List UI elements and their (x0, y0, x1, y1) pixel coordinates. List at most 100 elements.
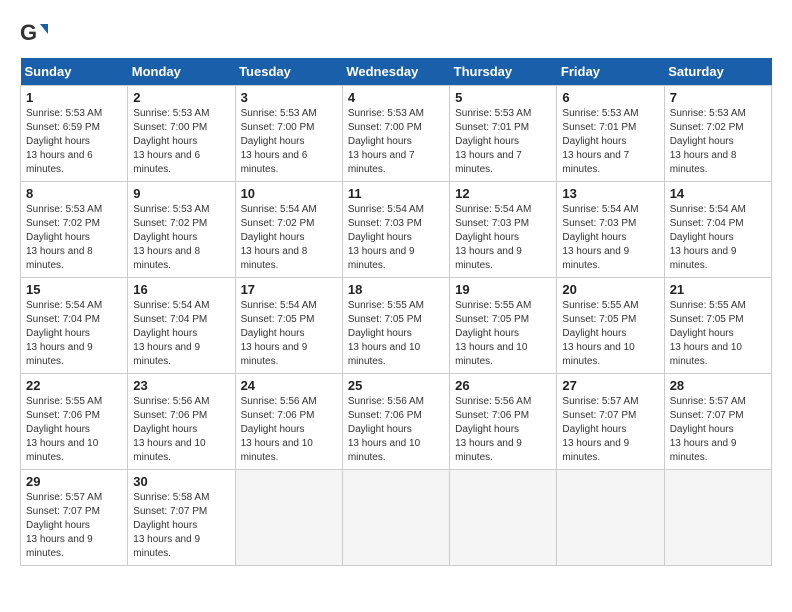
calendar-cell: 7 Sunrise: 5:53 AM Sunset: 7:02 PM Dayli… (664, 86, 771, 182)
day-info: Sunrise: 5:53 AM Sunset: 7:01 PM Dayligh… (562, 107, 658, 177)
day-info: Sunrise: 5:55 AM Sunset: 7:05 PM Dayligh… (348, 299, 444, 369)
calendar-cell: 5 Sunrise: 5:53 AM Sunset: 7:01 PM Dayli… (450, 86, 557, 182)
day-number: 5 (455, 90, 551, 105)
day-number: 26 (455, 378, 551, 393)
day-info: Sunrise: 5:54 AM Sunset: 7:03 PM Dayligh… (455, 203, 551, 273)
day-info: Sunrise: 5:54 AM Sunset: 7:05 PM Dayligh… (241, 299, 337, 369)
day-number: 8 (26, 186, 122, 201)
day-info: Sunrise: 5:56 AM Sunset: 7:06 PM Dayligh… (455, 395, 551, 465)
day-number: 27 (562, 378, 658, 393)
day-info: Sunrise: 5:55 AM Sunset: 7:05 PM Dayligh… (670, 299, 766, 369)
day-info: Sunrise: 5:54 AM Sunset: 7:02 PM Dayligh… (241, 203, 337, 273)
day-number: 12 (455, 186, 551, 201)
day-number: 6 (562, 90, 658, 105)
calendar-cell: 25 Sunrise: 5:56 AM Sunset: 7:06 PM Dayl… (342, 374, 449, 470)
calendar-cell (342, 470, 449, 566)
day-number: 9 (133, 186, 229, 201)
calendar-cell: 23 Sunrise: 5:56 AM Sunset: 7:06 PM Dayl… (128, 374, 235, 470)
calendar-cell: 17 Sunrise: 5:54 AM Sunset: 7:05 PM Dayl… (235, 278, 342, 374)
calendar-cell: 28 Sunrise: 5:57 AM Sunset: 7:07 PM Dayl… (664, 374, 771, 470)
svg-text:G: G (20, 20, 37, 45)
day-number: 16 (133, 282, 229, 297)
day-number: 15 (26, 282, 122, 297)
day-info: Sunrise: 5:57 AM Sunset: 7:07 PM Dayligh… (562, 395, 658, 465)
day-info: Sunrise: 5:53 AM Sunset: 7:00 PM Dayligh… (241, 107, 337, 177)
calendar-week-3: 15 Sunrise: 5:54 AM Sunset: 7:04 PM Dayl… (21, 278, 772, 374)
calendar-cell: 29 Sunrise: 5:57 AM Sunset: 7:07 PM Dayl… (21, 470, 128, 566)
header-day-monday: Monday (128, 58, 235, 86)
header-day-saturday: Saturday (664, 58, 771, 86)
day-info: Sunrise: 5:53 AM Sunset: 7:02 PM Dayligh… (133, 203, 229, 273)
day-number: 30 (133, 474, 229, 489)
day-info: Sunrise: 5:54 AM Sunset: 7:04 PM Dayligh… (26, 299, 122, 369)
calendar-cell: 14 Sunrise: 5:54 AM Sunset: 7:04 PM Dayl… (664, 182, 771, 278)
calendar-header-row: SundayMondayTuesdayWednesdayThursdayFrid… (21, 58, 772, 86)
calendar-week-1: 1 Sunrise: 5:53 AM Sunset: 6:59 PM Dayli… (21, 86, 772, 182)
calendar-cell: 9 Sunrise: 5:53 AM Sunset: 7:02 PM Dayli… (128, 182, 235, 278)
day-number: 2 (133, 90, 229, 105)
day-number: 18 (348, 282, 444, 297)
day-info: Sunrise: 5:53 AM Sunset: 7:02 PM Dayligh… (670, 107, 766, 177)
day-info: Sunrise: 5:54 AM Sunset: 7:03 PM Dayligh… (348, 203, 444, 273)
header-day-friday: Friday (557, 58, 664, 86)
calendar-cell: 22 Sunrise: 5:55 AM Sunset: 7:06 PM Dayl… (21, 374, 128, 470)
calendar-cell (664, 470, 771, 566)
day-info: Sunrise: 5:54 AM Sunset: 7:04 PM Dayligh… (133, 299, 229, 369)
calendar-cell: 12 Sunrise: 5:54 AM Sunset: 7:03 PM Dayl… (450, 182, 557, 278)
calendar-cell: 26 Sunrise: 5:56 AM Sunset: 7:06 PM Dayl… (450, 374, 557, 470)
calendar-cell: 10 Sunrise: 5:54 AM Sunset: 7:02 PM Dayl… (235, 182, 342, 278)
calendar-cell: 16 Sunrise: 5:54 AM Sunset: 7:04 PM Dayl… (128, 278, 235, 374)
day-number: 14 (670, 186, 766, 201)
calendar-cell: 15 Sunrise: 5:54 AM Sunset: 7:04 PM Dayl… (21, 278, 128, 374)
day-info: Sunrise: 5:53 AM Sunset: 7:00 PM Dayligh… (133, 107, 229, 177)
day-number: 1 (26, 90, 122, 105)
calendar-cell: 1 Sunrise: 5:53 AM Sunset: 6:59 PM Dayli… (21, 86, 128, 182)
calendar-cell: 20 Sunrise: 5:55 AM Sunset: 7:05 PM Dayl… (557, 278, 664, 374)
calendar-week-2: 8 Sunrise: 5:53 AM Sunset: 7:02 PM Dayli… (21, 182, 772, 278)
day-info: Sunrise: 5:53 AM Sunset: 7:02 PM Dayligh… (26, 203, 122, 273)
day-number: 24 (241, 378, 337, 393)
calendar-cell (557, 470, 664, 566)
day-number: 25 (348, 378, 444, 393)
calendar-cell: 18 Sunrise: 5:55 AM Sunset: 7:05 PM Dayl… (342, 278, 449, 374)
day-number: 23 (133, 378, 229, 393)
day-number: 3 (241, 90, 337, 105)
calendar-cell (235, 470, 342, 566)
calendar-cell: 21 Sunrise: 5:55 AM Sunset: 7:05 PM Dayl… (664, 278, 771, 374)
day-number: 11 (348, 186, 444, 201)
day-number: 22 (26, 378, 122, 393)
day-info: Sunrise: 5:56 AM Sunset: 7:06 PM Dayligh… (348, 395, 444, 465)
day-info: Sunrise: 5:55 AM Sunset: 7:05 PM Dayligh… (562, 299, 658, 369)
day-info: Sunrise: 5:53 AM Sunset: 6:59 PM Dayligh… (26, 107, 122, 177)
day-info: Sunrise: 5:53 AM Sunset: 7:01 PM Dayligh… (455, 107, 551, 177)
day-info: Sunrise: 5:56 AM Sunset: 7:06 PM Dayligh… (133, 395, 229, 465)
day-number: 4 (348, 90, 444, 105)
day-info: Sunrise: 5:57 AM Sunset: 7:07 PM Dayligh… (670, 395, 766, 465)
calendar-week-4: 22 Sunrise: 5:55 AM Sunset: 7:06 PM Dayl… (21, 374, 772, 470)
calendar-cell: 30 Sunrise: 5:58 AM Sunset: 7:07 PM Dayl… (128, 470, 235, 566)
calendar-cell: 8 Sunrise: 5:53 AM Sunset: 7:02 PM Dayli… (21, 182, 128, 278)
day-info: Sunrise: 5:55 AM Sunset: 7:05 PM Dayligh… (455, 299, 551, 369)
day-info: Sunrise: 5:55 AM Sunset: 7:06 PM Dayligh… (26, 395, 122, 465)
calendar-cell: 13 Sunrise: 5:54 AM Sunset: 7:03 PM Dayl… (557, 182, 664, 278)
day-number: 20 (562, 282, 658, 297)
day-info: Sunrise: 5:54 AM Sunset: 7:04 PM Dayligh… (670, 203, 766, 273)
day-number: 10 (241, 186, 337, 201)
day-info: Sunrise: 5:53 AM Sunset: 7:00 PM Dayligh… (348, 107, 444, 177)
calendar-cell: 3 Sunrise: 5:53 AM Sunset: 7:00 PM Dayli… (235, 86, 342, 182)
logo-icon: G (20, 20, 48, 48)
header-day-tuesday: Tuesday (235, 58, 342, 86)
day-number: 13 (562, 186, 658, 201)
header-day-sunday: Sunday (21, 58, 128, 86)
calendar-cell: 2 Sunrise: 5:53 AM Sunset: 7:00 PM Dayli… (128, 86, 235, 182)
header-day-wednesday: Wednesday (342, 58, 449, 86)
day-info: Sunrise: 5:54 AM Sunset: 7:03 PM Dayligh… (562, 203, 658, 273)
calendar-cell: 19 Sunrise: 5:55 AM Sunset: 7:05 PM Dayl… (450, 278, 557, 374)
calendar-cell: 24 Sunrise: 5:56 AM Sunset: 7:06 PM Dayl… (235, 374, 342, 470)
day-number: 21 (670, 282, 766, 297)
calendar-cell (450, 470, 557, 566)
day-number: 19 (455, 282, 551, 297)
day-number: 7 (670, 90, 766, 105)
day-number: 17 (241, 282, 337, 297)
calendar-table: SundayMondayTuesdayWednesdayThursdayFrid… (20, 58, 772, 566)
